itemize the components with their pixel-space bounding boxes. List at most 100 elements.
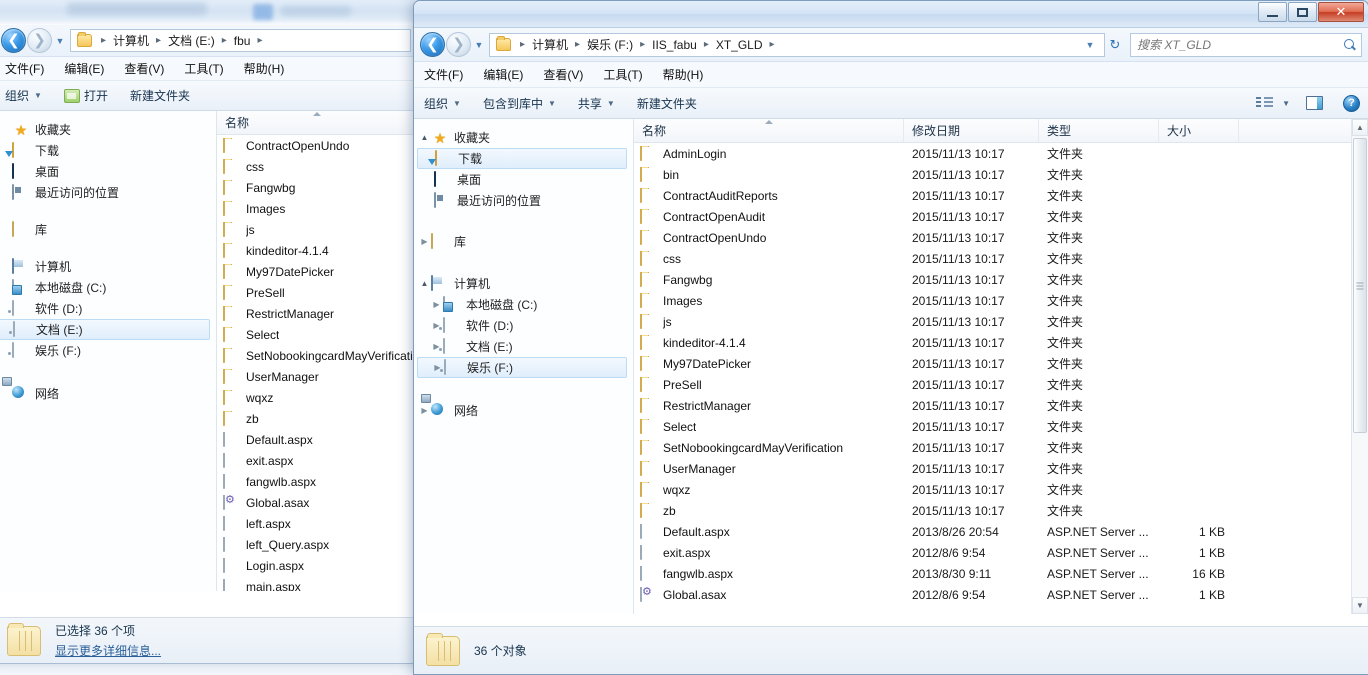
table-row[interactable]: Fangwbg (217, 177, 417, 198)
table-row[interactable]: exit.aspx 2012/8/6 9:54 ASP.NET Server ...… (634, 542, 1368, 563)
table-row[interactable]: exit.aspx (217, 450, 417, 471)
table-row[interactable]: wqxz (217, 387, 417, 408)
organize-button[interactable]: 组织 ▼ (5, 87, 42, 104)
background-explorer-window[interactable]: ❮ ❯ ▼ ▸ 计算机 ▸ 文档 (E:) ▸ fbu ▸ 文件(F) 编辑(E… (0, 0, 418, 664)
background-command-bar[interactable]: 组织 ▼ 打开 新建文件夹 (0, 81, 417, 111)
breadcrumb-item-drive-f[interactable]: 娱乐 (F:) (585, 36, 635, 53)
background-address-bar[interactable]: ❮ ❯ ▼ ▸ 计算机 ▸ 文档 (E:) ▸ fbu ▸ (0, 25, 417, 57)
background-menu-bar[interactable]: 文件(F) 编辑(E) 查看(V) 工具(T) 帮助(H) (0, 57, 417, 81)
maximize-button[interactable] (1288, 2, 1317, 22)
command-bar-right-tools[interactable]: ▼ ? (1256, 94, 1368, 112)
table-row[interactable]: fangwlb.aspx 2013/8/30 9:11 ASP.NET Server… (634, 563, 1368, 584)
table-row[interactable]: UserManager (217, 366, 417, 387)
table-row[interactable]: ContractAuditReports 2015/11/13 10:17 文件夹 (634, 185, 1368, 206)
help-icon[interactable]: ? (1343, 94, 1360, 112)
table-row[interactable]: js 2015/11/13 10:17 文件夹 (634, 311, 1368, 332)
background-file-list[interactable]: 名称 ContractOpenUndo css Fangwbg Images js kin… (217, 111, 417, 591)
sidebar-item-favorites[interactable]: ★ 收藏夹 (0, 119, 216, 140)
sidebar-item-network[interactable]: 网络 (0, 383, 216, 404)
search-input[interactable] (1135, 36, 1343, 53)
column-size[interactable]: 大小 (1159, 119, 1239, 142)
table-row[interactable]: ContractOpenUndo (217, 135, 417, 156)
table-row[interactable]: css (217, 156, 417, 177)
breadcrumb-item-drive-e[interactable]: 文档 (E:) (166, 32, 217, 49)
column-header-row[interactable]: 名称 修改日期 类型 大小 (634, 119, 1368, 143)
table-row[interactable]: AdminLogin 2015/11/13 10:17 文件夹 (634, 143, 1368, 164)
new-folder-button[interactable]: 新建文件夹 (637, 95, 697, 112)
table-row[interactable]: RestrictManager (217, 303, 417, 324)
scroll-up-button[interactable]: ▲ (1352, 119, 1368, 136)
twisty-collapsed-icon[interactable]: ▶ (418, 237, 431, 246)
menu-edit[interactable]: 编辑(E) (483, 66, 535, 83)
refresh-icon[interactable]: ↻ (1105, 35, 1125, 55)
share-button[interactable]: 共享 ▼ (578, 95, 615, 112)
breadcrumb-item-iis-fabu[interactable]: IIS_fabu (650, 38, 699, 52)
table-row[interactable]: left_Query.aspx (217, 534, 417, 555)
navigation-pane[interactable]: ▲ ★ 收藏夹 下载 桌面 最近访问的位置 ▶ 库 ▲ 计算机 ▶ 本地磁盘 (… (414, 119, 634, 614)
table-row[interactable]: PreSell 2015/11/13 10:17 文件夹 (634, 374, 1368, 395)
table-row[interactable]: zb (217, 408, 417, 429)
sidebar-item-favorites[interactable]: ▲ ★ 收藏夹 (414, 127, 633, 148)
breadcrumb-item-computer[interactable]: 计算机 (530, 36, 570, 53)
menu-help[interactable]: 帮助(H) (663, 66, 716, 83)
menu-view[interactable]: 查看(V) (543, 66, 595, 83)
file-list[interactable]: 名称 修改日期 类型 大小 AdminLogin 2015/11/13 10:17… (634, 119, 1368, 614)
address-dropdown-icon[interactable]: ▼ (1083, 40, 1097, 50)
window-controls[interactable]: ✕ (1257, 2, 1364, 22)
table-row[interactable]: bin 2015/11/13 10:17 文件夹 (634, 164, 1368, 185)
table-row[interactable]: Login.aspx (217, 555, 417, 576)
window-titlebar[interactable]: ✕ (414, 1, 1368, 28)
table-row[interactable]: zb 2015/11/13 10:17 文件夹 (634, 500, 1368, 521)
sidebar-item-drive-e[interactable]: ▶ 文档 (E:) (414, 336, 633, 357)
table-row[interactable]: Global.asax (217, 492, 417, 513)
menu-file[interactable]: 文件(F) (424, 66, 475, 83)
table-row[interactable]: Fangwbg 2015/11/13 10:17 文件夹 (634, 269, 1368, 290)
view-mode-icon[interactable] (1256, 96, 1274, 110)
organize-button[interactable]: 组织 ▼ (424, 95, 461, 112)
sidebar-item-downloads[interactable]: 下载 (417, 148, 627, 169)
column-date-modified[interactable]: 修改日期 (904, 119, 1039, 142)
table-row[interactable]: SetNobookingcardMayVerification (217, 345, 417, 366)
table-row[interactable]: main.aspx (217, 576, 417, 591)
scrollbar-thumb[interactable] (1353, 138, 1367, 433)
table-row[interactable]: UserManager 2015/11/13 10:17 文件夹 (634, 458, 1368, 479)
table-row[interactable]: left.aspx (217, 513, 417, 534)
sidebar-item-recent-places[interactable]: 最近访问的位置 (414, 190, 633, 211)
file-rows[interactable]: AdminLogin 2015/11/13 10:17 文件夹 bin 2015/11/… (634, 143, 1368, 605)
table-row[interactable]: Images 2015/11/13 10:17 文件夹 (634, 290, 1368, 311)
background-navigation-pane[interactable]: ★ 收藏夹 下载 桌面 最近访问的位置 库 计算机 本地磁盘 (C:) 软件 (… (0, 111, 217, 591)
table-row[interactable]: PreSell (217, 282, 417, 303)
sidebar-item-desktop[interactable]: 桌面 (0, 161, 216, 182)
open-button[interactable]: 打开 (63, 87, 108, 104)
table-row[interactable]: Default.aspx (217, 429, 417, 450)
table-row[interactable]: ContractOpenUndo 2015/11/13 10:17 文件夹 (634, 227, 1368, 248)
back-button[interactable]: ❮ (420, 32, 445, 57)
table-row[interactable]: Global.asax 2012/8/6 9:54 ASP.NET Server .… (634, 584, 1368, 605)
chevron-down-icon[interactable]: ▼ (1282, 99, 1290, 108)
sidebar-item-libraries[interactable]: ▶ 库 (414, 231, 633, 252)
breadcrumb-item-fbu[interactable]: fbu (232, 34, 253, 48)
sidebar-item-desktop[interactable]: 桌面 (414, 169, 633, 190)
menu-tools[interactable]: 工具(T) (603, 66, 654, 83)
sidebar-item-drive-f[interactable]: ▶ 娱乐 (F:) (417, 357, 627, 378)
table-row[interactable]: My97DatePicker 2015/11/13 10:17 文件夹 (634, 353, 1368, 374)
menu-file[interactable]: 文件(F) (5, 60, 56, 77)
table-row[interactable]: Select 2015/11/13 10:17 文件夹 (634, 416, 1368, 437)
sidebar-item-local-disk-c[interactable]: 本地磁盘 (C:) (0, 277, 216, 298)
search-icon[interactable] (1343, 38, 1357, 52)
twisty-collapsed-icon[interactable]: ▶ (430, 300, 443, 309)
menu-help[interactable]: 帮助(H) (244, 60, 297, 77)
search-box[interactable] (1130, 32, 1362, 57)
close-button[interactable]: ✕ (1318, 2, 1364, 22)
new-folder-button[interactable]: 新建文件夹 (130, 87, 190, 104)
sidebar-item-drive-d[interactable]: ▶ 软件 (D:) (414, 315, 633, 336)
table-row[interactable]: SetNobookingcardMayVerification 2015/11/1… (634, 437, 1368, 458)
table-row[interactable]: Images (217, 198, 417, 219)
table-row[interactable]: Select (217, 324, 417, 345)
breadcrumb-bar[interactable]: ▸ 计算机 ▸ 娱乐 (F:) ▸ IIS_fabu ▸ XT_GLD ▸ ▼ (489, 32, 1105, 57)
column-type[interactable]: 类型 (1039, 119, 1159, 142)
sidebar-item-recent-places[interactable]: 最近访问的位置 (0, 182, 216, 203)
menu-view[interactable]: 查看(V) (124, 60, 176, 77)
sidebar-item-drive-e[interactable]: 文档 (E:) (0, 319, 210, 340)
breadcrumb-item-computer[interactable]: 计算机 (111, 32, 151, 49)
